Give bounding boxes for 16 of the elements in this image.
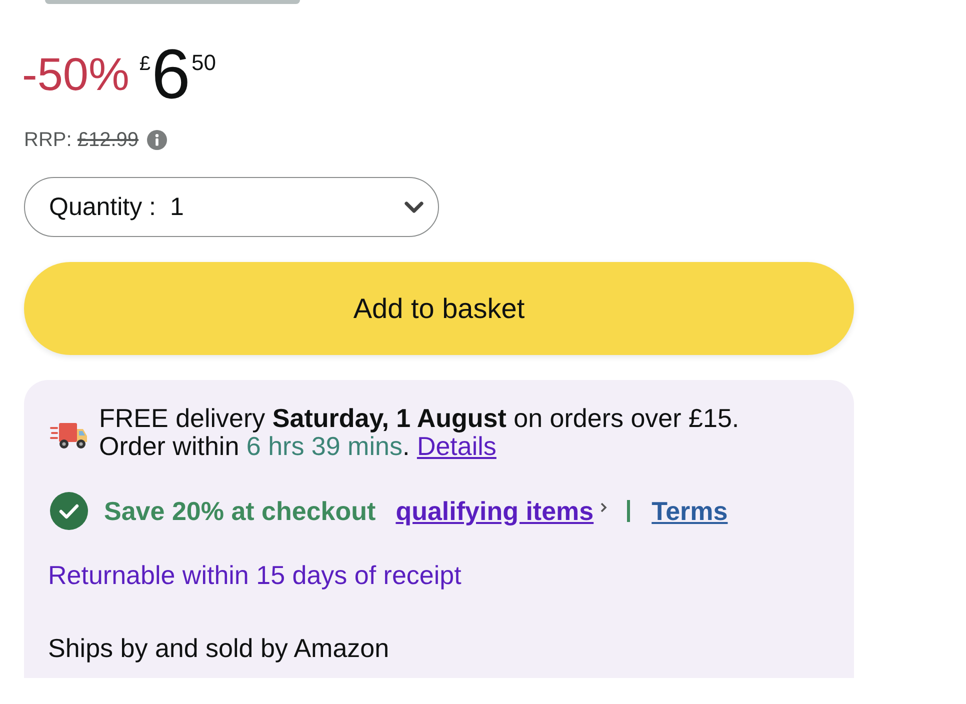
chevron-down-icon bbox=[404, 200, 424, 214]
qualifying-items-link[interactable]: qualifying items bbox=[396, 496, 607, 526]
savings-text: Save 20% at checkout bbox=[104, 496, 376, 526]
delivery-message: FREE delivery Saturday, 1 August on orders over £15. Order within 6 hrs 39 mins. Details bbox=[99, 404, 740, 460]
quantity-dropdown[interactable]: Quantity : 1 bbox=[24, 177, 439, 237]
info-icon[interactable] bbox=[146, 130, 167, 150]
chevron-right-icon bbox=[600, 502, 607, 512]
terms-link[interactable]: Terms bbox=[652, 496, 728, 526]
seller-text: Ships by and sold by Amazon bbox=[48, 633, 390, 663]
returns-link[interactable]: Returnable within 15 days of receipt bbox=[48, 560, 462, 590]
details-link[interactable]: Details bbox=[416, 431, 496, 461]
discount-label: -50% bbox=[22, 51, 130, 97]
add-to-basket-button[interactable]: Add to basket bbox=[24, 262, 854, 355]
truck-icon bbox=[50, 420, 88, 450]
rrp-price: RRP: £12.99 bbox=[24, 128, 139, 152]
check-circle-icon bbox=[50, 492, 88, 530]
